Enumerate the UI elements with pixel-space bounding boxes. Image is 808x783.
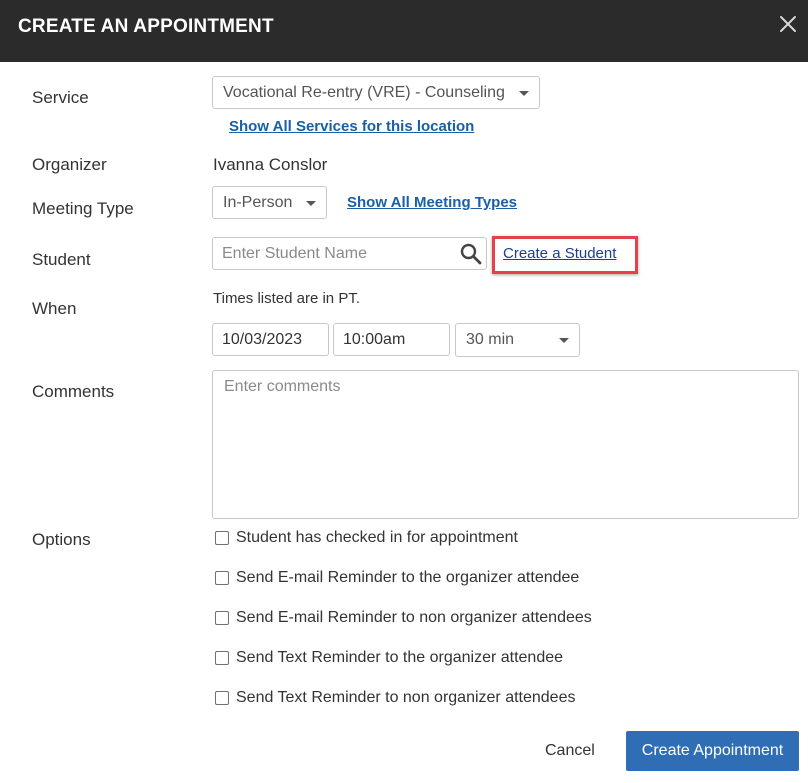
- option-label: Send Text Reminder to non organizer atte…: [236, 689, 576, 706]
- time-input[interactable]: 10:00am: [333, 323, 450, 356]
- dialog-title: CREATE AN APPOINTMENT: [18, 16, 274, 37]
- checkbox[interactable]: [215, 611, 229, 625]
- student-search-input[interactable]: Enter Student Name: [212, 237, 487, 270]
- option-email-non-organizer[interactable]: Send E-mail Reminder to non organizer at…: [215, 608, 592, 628]
- search-icon[interactable]: [459, 242, 483, 266]
- meeting-type-select-value: In-Person: [223, 194, 293, 211]
- option-text-organizer[interactable]: Send Text Reminder to the organizer atte…: [215, 648, 563, 668]
- date-input-value: 10/03/2023: [222, 331, 303, 348]
- service-label: Service: [32, 88, 89, 107]
- option-label: Send E-mail Reminder to the organizer at…: [236, 569, 580, 586]
- duration-select-value: 30 min: [466, 331, 515, 348]
- create-student-link[interactable]: Create a Student: [503, 245, 616, 262]
- organizer-label: Organizer: [32, 155, 107, 174]
- comments-placeholder: Enter comments: [224, 378, 341, 395]
- option-text-non-organizer[interactable]: Send Text Reminder to non organizer atte…: [215, 688, 575, 708]
- option-label: Send Text Reminder to the organizer atte…: [236, 649, 564, 666]
- time-input-value: 10:00am: [343, 331, 406, 348]
- student-search-placeholder: Enter Student Name: [222, 245, 367, 262]
- meeting-type-select[interactable]: In-Person: [212, 186, 327, 219]
- service-select-value: Vocational Re-entry (VRE) - Counseling: [223, 84, 505, 101]
- chevron-down-icon: [306, 201, 316, 206]
- option-label: Send E-mail Reminder to non organizer at…: [236, 609, 592, 626]
- option-checked-in[interactable]: Student has checked in for appointment: [215, 528, 518, 548]
- meeting-type-label: Meeting Type: [32, 199, 134, 218]
- close-icon[interactable]: [776, 12, 800, 36]
- when-label: When: [32, 299, 77, 318]
- chevron-down-icon: [559, 338, 569, 343]
- option-email-organizer[interactable]: Send E-mail Reminder to the organizer at…: [215, 568, 579, 588]
- checkbox[interactable]: [215, 651, 229, 665]
- checkbox[interactable]: [215, 691, 229, 705]
- create-appointment-button[interactable]: Create Appointment: [626, 731, 799, 771]
- date-input[interactable]: 10/03/2023: [212, 323, 329, 356]
- timezone-note: Times listed are in PT.: [213, 290, 360, 307]
- cancel-button[interactable]: Cancel: [537, 740, 603, 762]
- checkbox[interactable]: [215, 531, 229, 545]
- show-all-meeting-types-link[interactable]: Show All Meeting Types: [347, 194, 517, 211]
- comments-textarea[interactable]: Enter comments: [212, 370, 799, 519]
- option-label: Student has checked in for appointment: [236, 529, 518, 546]
- dialog-header: CREATE AN APPOINTMENT: [0, 0, 808, 62]
- service-select[interactable]: Vocational Re-entry (VRE) - Counseling: [212, 76, 540, 109]
- checkbox[interactable]: [215, 571, 229, 585]
- chevron-down-icon: [519, 91, 529, 96]
- show-all-services-link[interactable]: Show All Services for this location: [229, 118, 474, 135]
- comments-label: Comments: [32, 382, 115, 401]
- student-label: Student: [32, 250, 91, 269]
- duration-select[interactable]: 30 min: [455, 323, 580, 357]
- options-label: Options: [32, 530, 91, 549]
- organizer-value: Ivanna Conslor: [213, 155, 328, 174]
